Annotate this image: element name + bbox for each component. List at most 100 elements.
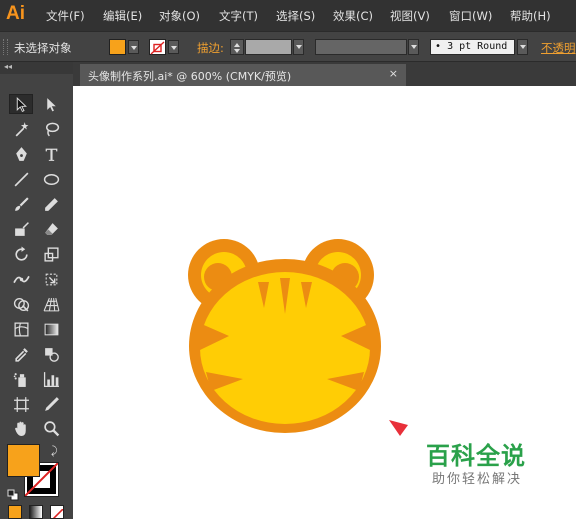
blend-icon [44,347,59,362]
direct-selection-tool[interactable] [39,94,63,114]
eraser-icon [44,222,58,235]
hand-icon [14,421,26,436]
fill-swatch[interactable] [109,39,126,55]
pencil-tool[interactable] [39,194,63,214]
profile-dropdown[interactable] [408,39,419,55]
brush-definition: • 3 pt Round [430,39,515,55]
menu-select[interactable]: 选择(S) [276,8,315,24]
control-bar: 未选择对象 描边: • 3 pt Round 不透明 [0,31,576,62]
stroke-dropdown[interactable] [168,40,179,54]
paintbrush-tool[interactable] [9,194,33,214]
stroke-swatch[interactable] [149,39,166,55]
mesh-tool[interactable] [9,319,33,339]
red-arrow-marker [389,420,408,436]
rotate-icon [14,246,28,261]
shape-builder-tool[interactable] [9,294,33,314]
magic-wand-icon [15,121,28,136]
perspective-grid-tool[interactable] [39,294,63,314]
type-icon [45,148,57,161]
tools-panel: ◂◂ ⤸ [0,62,73,519]
type-tool[interactable] [39,144,63,164]
stroke-weight-dropdown[interactable] [293,39,304,55]
tools-panel-header: ◂◂ [0,62,73,74]
none-mode-button[interactable] [50,505,64,519]
watermark-subtitle: 助你轻松解决 [432,472,523,487]
lasso-tool[interactable] [39,119,63,139]
ellipse-icon [43,173,59,185]
collapse-panel-icon[interactable]: ◂◂ [4,62,12,71]
menu-type[interactable]: 文字(T) [219,8,258,24]
zoom-tool[interactable] [39,418,63,438]
variable-width-profile[interactable] [315,39,407,55]
slice-tool[interactable] [39,394,63,414]
selection-arrow-icon [16,96,27,112]
slice-icon [44,396,59,411]
width-icon [12,275,30,283]
blob-brush-tool[interactable] [9,219,33,239]
shape-builder-icon [13,297,29,311]
color-mode-button[interactable] [8,505,22,519]
artboard-tool[interactable] [9,394,33,414]
perspective-grid-icon [43,297,59,311]
artboard-canvas[interactable]: 百科全说 助你轻松解决 [73,86,576,519]
blob-brush-icon [14,221,29,236]
blend-tool[interactable] [39,344,63,364]
eraser-tool[interactable] [39,219,63,239]
column-graph-tool[interactable] [39,369,63,389]
zoom-icon [43,420,59,436]
stroke-weight-input[interactable] [245,39,292,55]
panel-grip[interactable] [3,39,8,55]
free-transform-tool[interactable] [39,269,63,289]
width-tool[interactable] [9,269,33,289]
default-fill-stroke-icon[interactable] [7,486,19,501]
pen-icon [15,146,27,161]
menu-effect[interactable]: 效果(C) [333,8,373,24]
document-tab-strip: 头像制作系列.ai* @ 600% (CMYK/预览) × [73,62,576,86]
magic-wand-tool[interactable] [9,119,33,139]
brush-name: 3 pt Round [447,41,508,52]
gradient-mode-button[interactable] [29,505,43,519]
pen-tool[interactable] [9,144,33,164]
symbol-sprayer-tool[interactable] [9,369,33,389]
gradient-tool[interactable] [39,319,63,339]
ellipse-tool[interactable] [39,169,63,189]
selection-tool[interactable] [9,94,33,114]
close-tab-icon[interactable]: × [389,67,398,80]
direct-selection-icon [46,97,56,111]
opacity-label[interactable]: 不透明 [541,40,576,56]
menu-window[interactable]: 窗口(W) [449,8,492,24]
stroke-weight-stepper[interactable] [230,39,244,55]
scale-icon [43,246,59,262]
eyedropper-tool[interactable] [9,344,33,364]
none-slash-icon [52,508,63,518]
swap-fill-stroke-icon[interactable]: ⤸ [51,444,58,458]
mesh-icon [13,321,29,337]
brush-dropdown[interactable] [517,39,528,55]
line-segment-icon [14,172,28,186]
watermark-title: 百科全说 [426,442,526,470]
artboard-icon [13,396,29,412]
column-graph-icon [43,371,59,387]
document-tab[interactable]: 头像制作系列.ai* @ 600% (CMYK/预览) × [80,64,406,86]
menu-object[interactable]: 对象(O) [159,8,200,24]
pencil-icon [44,197,58,211]
hand-tool[interactable] [9,418,33,438]
lasso-icon [45,122,59,136]
paintbrush-icon [14,196,29,211]
app-logo: Ai [6,3,25,24]
free-transform-icon [45,273,57,285]
menu-file[interactable]: 文件(F) [46,8,85,24]
menu-bar: Ai 文件(F) 编辑(E) 对象(O) 文字(T) 选择(S) 效果(C) 视… [0,0,576,31]
line-segment-tool[interactable] [9,169,33,189]
fill-color-box[interactable] [7,444,40,477]
stroke-label[interactable]: 描边: [197,40,224,56]
stepper-arrows-icon [234,43,240,53]
rotate-tool[interactable] [9,244,33,264]
menu-help[interactable]: 帮助(H) [510,8,551,24]
scale-tool[interactable] [39,244,63,264]
eyedropper-icon [14,347,28,362]
menu-edit[interactable]: 编辑(E) [103,8,142,24]
menu-view[interactable]: 视图(V) [390,8,430,24]
fill-dropdown[interactable] [128,40,139,54]
brush-dot-icon: • [435,41,442,52]
